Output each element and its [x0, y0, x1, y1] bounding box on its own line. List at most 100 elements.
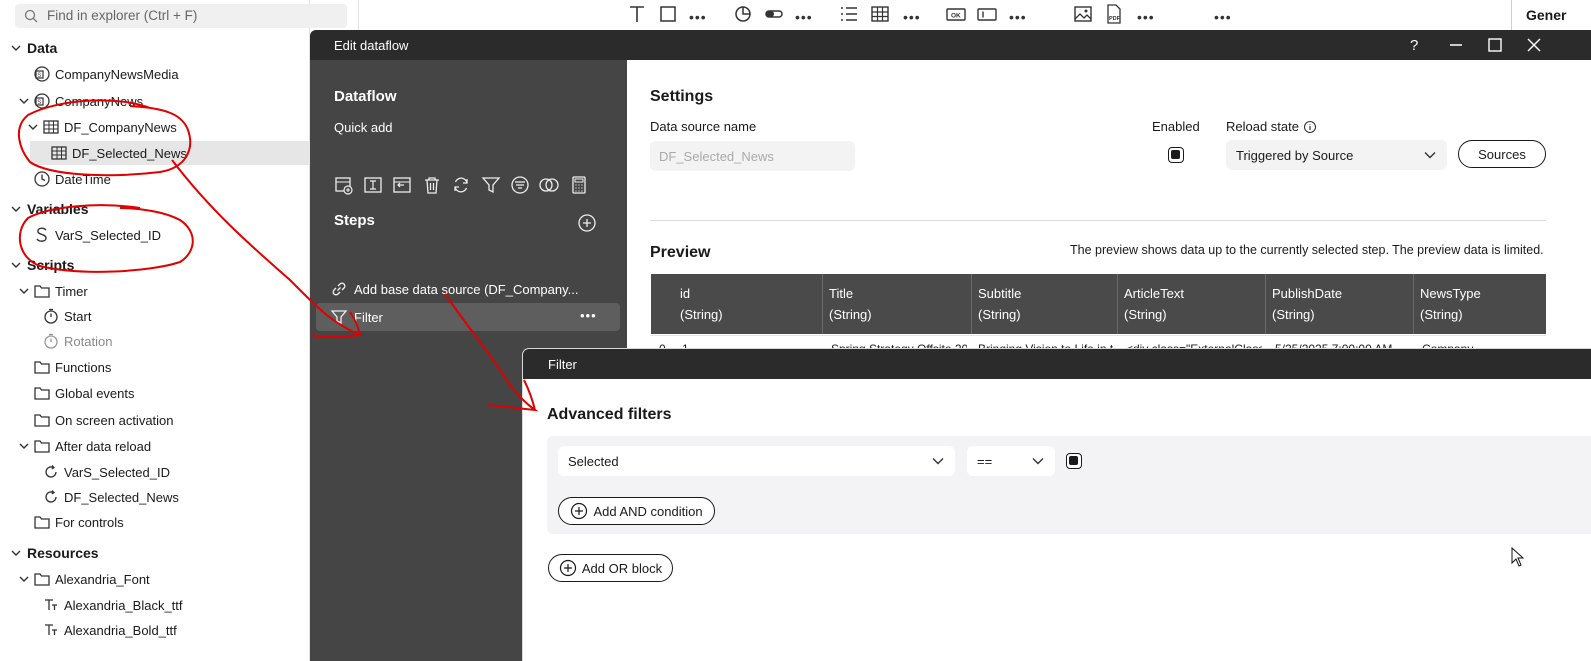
add-column-icon[interactable] [362, 174, 384, 196]
section-label-resources: Resources [27, 545, 99, 561]
add-step-icon[interactable] [576, 212, 598, 234]
step-more-button[interactable]: ••• [580, 308, 597, 323]
search-placeholder: Find in explorer (Ctrl + F) [47, 8, 198, 23]
delete-icon[interactable] [421, 174, 443, 196]
tree-section-scripts[interactable]: Scripts [10, 253, 74, 277]
tree-section-data[interactable]: Data [10, 36, 57, 60]
tree-item-vars-selected-id[interactable]: VarS_Selected_ID [33, 223, 161, 247]
tree-item-label: Alexandria_Black_ttf [64, 597, 183, 613]
tree-item-company-news[interactable]: S CompanyNews [18, 89, 143, 113]
column-header[interactable]: PublishDate (String) [1265, 274, 1413, 334]
tree-item-start[interactable]: Start [42, 304, 91, 328]
more-tools-button[interactable]: ••• [1214, 9, 1232, 25]
info-icon[interactable] [1303, 120, 1317, 134]
tree-item-after-data-reload[interactable]: After data reload [18, 434, 151, 458]
filter-operator-dropdown[interactable]: == [967, 446, 1055, 476]
tree-section-resources[interactable]: Resources [10, 541, 99, 565]
calculator-icon[interactable] [568, 174, 590, 196]
step-filter[interactable]: Filter ••• [316, 303, 620, 331]
add-source-icon[interactable] [333, 174, 355, 196]
more-data-button[interactable]: ••• [903, 9, 921, 25]
rectangle-tool-icon[interactable] [657, 3, 679, 25]
tree-item-company-news-media[interactable]: S CompanyNewsMedia [33, 62, 179, 86]
text-tool-icon[interactable] [626, 3, 648, 25]
ds-name-label: Data source name [650, 119, 757, 134]
add-and-condition-label: Add AND condition [593, 503, 703, 519]
pdf-tool-icon[interactable]: PDF [1103, 3, 1125, 25]
font-icon [45, 624, 57, 635]
tree-item-alexandria-bold[interactable]: Alexandria_Bold_ttf [42, 618, 177, 642]
tree-item-global-events[interactable]: Global events [33, 381, 135, 405]
filter-title: Filter [548, 357, 577, 372]
chevron-down-icon [19, 98, 29, 104]
tree-item-df-selected-news[interactable]: DF_Selected_News [30, 141, 310, 165]
refresh-icon[interactable] [450, 174, 472, 196]
tree-section-variables[interactable]: Variables [10, 197, 89, 221]
tree-item-rotation[interactable]: Rotation [42, 329, 112, 353]
reload-icon [45, 490, 57, 503]
column-header[interactable]: Subtitle (String) [971, 274, 1117, 334]
slider-tool-icon[interactable] [763, 3, 785, 25]
list-tool-icon[interactable] [838, 3, 860, 25]
column-header[interactable]: NewsType (String) [1413, 274, 1546, 334]
image-tool-icon[interactable] [1072, 3, 1094, 25]
column-header[interactable]: Title (String) [822, 274, 972, 334]
close-icon[interactable] [1525, 36, 1543, 54]
tree-item-label: Start [64, 308, 92, 324]
more-shapes-button[interactable]: ••• [689, 9, 707, 25]
tree-item-timer[interactable]: Timer [18, 279, 88, 303]
tree-item-alexandria-font[interactable]: Alexandria_Font [18, 567, 150, 591]
tree-item-on-screen-activation[interactable]: On screen activation [33, 408, 174, 432]
sources-button[interactable]: Sources [1458, 140, 1546, 168]
help-button[interactable]: ? [1410, 37, 1428, 55]
step-label: Add base data source (DF_Company... [354, 281, 579, 297]
reload-state-value: Triggered by Source [1236, 148, 1354, 163]
folder-icon [34, 573, 50, 586]
tree-item-reload-vars-selected-id[interactable]: VarS_Selected_ID [42, 460, 170, 484]
column-header[interactable]: ArticleText (String) [1117, 274, 1265, 334]
tree-item-label: On screen activation [55, 412, 174, 428]
search-icon [24, 9, 38, 23]
filter-field-dropdown[interactable]: Selected [558, 446, 955, 476]
svg-text:S: S [37, 100, 41, 106]
more-media-button[interactable]: ••• [1137, 9, 1155, 25]
union-icon[interactable] [538, 174, 560, 196]
maximize-icon[interactable] [1486, 36, 1504, 54]
table-tool-icon[interactable] [869, 3, 891, 25]
section-label-variables: Variables [27, 201, 89, 217]
tree-item-reload-df-selected-news[interactable]: DF_Selected_News [42, 485, 179, 509]
step-add-base-source[interactable]: Add base data source (DF_Company... [316, 275, 620, 303]
add-and-condition-button[interactable]: Add AND condition [558, 497, 715, 525]
svg-text:S: S [37, 73, 41, 79]
tree-item-label: DF_Selected_News [72, 145, 187, 161]
filter-value-checkbox[interactable] [1066, 453, 1082, 469]
minimize-icon[interactable] [1447, 36, 1465, 54]
group-icon[interactable] [509, 174, 531, 196]
ds-name-input[interactable]: DF_Selected_News [650, 141, 855, 171]
add-or-block-button[interactable]: Add OR block [548, 554, 673, 582]
reload-state-dropdown[interactable]: Triggered by Source [1226, 140, 1447, 170]
more-controls-button[interactable]: ••• [1009, 9, 1027, 25]
steps-heading: Steps [334, 212, 375, 229]
explorer-search-input[interactable]: Find in explorer (Ctrl + F) [15, 4, 347, 28]
plus-circle-icon [571, 502, 588, 520]
join-icon[interactable] [391, 174, 413, 196]
table-header-row: id (String) Title (String) Subtitle (String… [651, 274, 1546, 334]
button-tool-icon[interactable]: OK [945, 3, 967, 25]
designer-toolbar: ••• ••• ••• OK ••• PDF ••• ••• [358, 0, 1591, 30]
pie-chart-tool-icon[interactable] [732, 3, 754, 25]
enabled-label: Enabled [1152, 119, 1200, 134]
enabled-checkbox[interactable] [1168, 147, 1184, 163]
tree-item-label: CompanyNewsMedia [55, 66, 179, 82]
tree-item-datetime[interactable]: DateTime [33, 167, 111, 191]
tree-item-alexandria-black[interactable]: Alexandria_Black_ttf [42, 593, 183, 617]
column-header[interactable]: id (String) [680, 274, 827, 334]
tree-item-df-company-news[interactable]: DF_CompanyNews [27, 115, 177, 139]
column-name: Title [829, 286, 854, 301]
tree-item-label: VarS_Selected_ID [64, 464, 170, 480]
tree-item-functions[interactable]: Functions [33, 355, 111, 379]
more-charts-button[interactable]: ••• [795, 9, 813, 25]
tree-item-for-controls[interactable]: For controls [33, 510, 124, 534]
filter-icon[interactable] [480, 174, 502, 196]
input-tool-icon[interactable] [976, 3, 998, 25]
